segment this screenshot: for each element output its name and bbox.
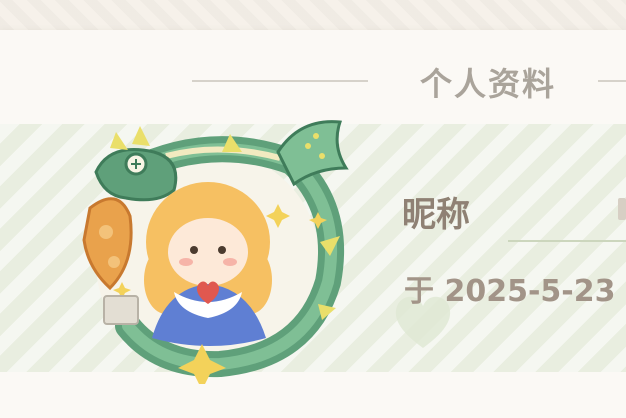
- dragon-wing: [276, 120, 349, 187]
- nickname-value-edge: [618, 198, 626, 220]
- top-decoration-strip: [0, 0, 626, 30]
- nickname-label: 昵称: [402, 195, 470, 235]
- title-divider-right: [598, 80, 626, 82]
- nickname-field-underline: [508, 240, 626, 242]
- panel-title: 个人资料: [420, 65, 557, 103]
- dragon-and-girl-avatar-icon[interactable]: [70, 112, 360, 384]
- gift-box-icon: [103, 295, 139, 325]
- joined-date: 于 2025-5-23: [404, 274, 616, 309]
- title-divider-left: [192, 80, 368, 82]
